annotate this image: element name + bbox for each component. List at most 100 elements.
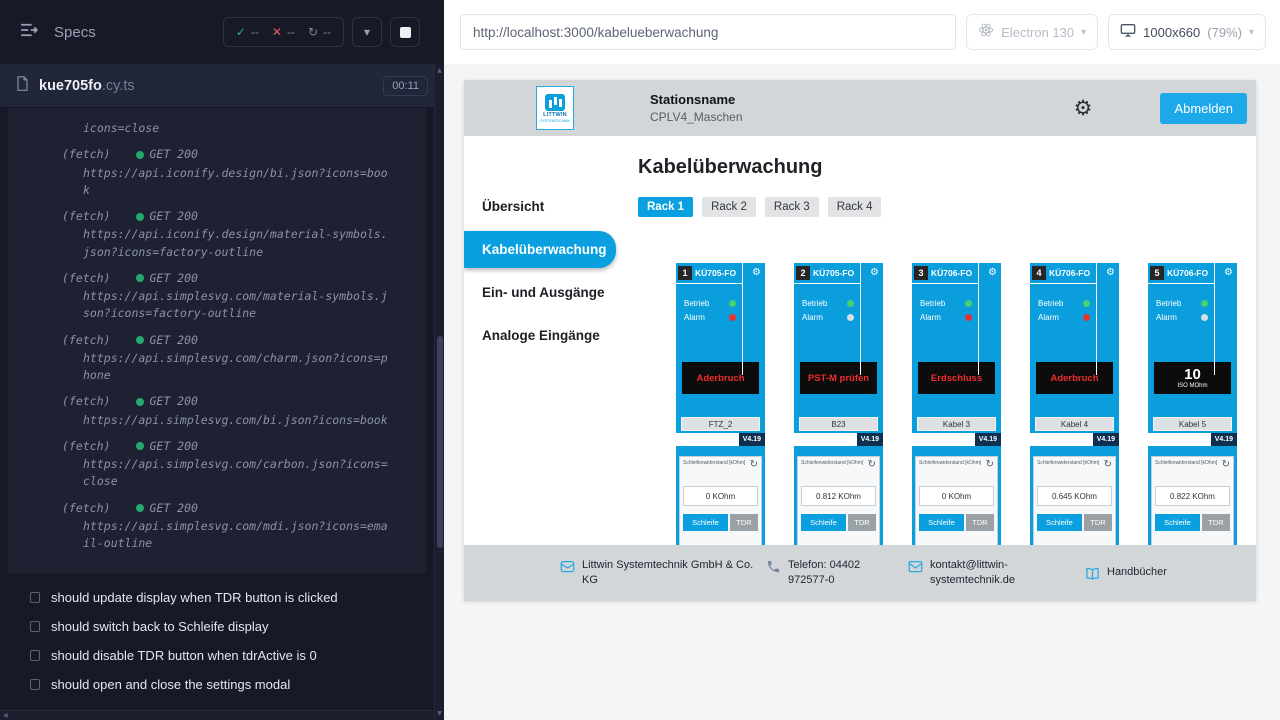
divider	[794, 283, 860, 284]
tab-rack-2[interactable]: Rack 2	[702, 197, 756, 217]
company-contact: Littwin Systemtechnik GmbH & Co. KG	[560, 558, 760, 588]
email-contact[interactable]: kontakt@littwin-systemtechnik.de	[908, 558, 1058, 588]
url-input[interactable]	[460, 14, 956, 50]
collapse-button[interactable]: ▾	[352, 17, 382, 47]
log-entry[interactable]: (fetch)GET 200 https://api.simplesvg.com…	[62, 438, 388, 491]
test-item[interactable]: should open and close the settings modal	[0, 670, 444, 699]
measurement-value: 0 KOhm	[683, 486, 758, 506]
viewport-size: 1000x660	[1143, 25, 1200, 40]
log-entry[interactable]: (fetch)GET 200 https://api.simplesvg.com…	[62, 332, 388, 385]
tab-rack-3[interactable]: Rack 3	[765, 197, 819, 217]
tab-rack-4[interactable]: Rack 4	[828, 197, 882, 217]
refresh-icon[interactable]: ↻	[868, 460, 876, 470]
divider	[860, 263, 861, 375]
sidebar-item-analoge-eingaenge[interactable]: Analoge Eingänge	[464, 317, 616, 354]
divider	[978, 263, 979, 375]
runner-header: Specs ✓-- ✕-- ↻-- ▾	[0, 0, 444, 64]
app-window: LITTWIN SYSTEMTECHNIK Stationsname CPLV4…	[464, 80, 1256, 601]
schleife-button[interactable]: Schleife	[683, 514, 728, 531]
spec-file-icon	[16, 76, 29, 96]
divider	[912, 283, 978, 284]
schleife-button[interactable]: Schleife	[919, 514, 964, 531]
station-info: Stationsname CPLV4_Maschen	[650, 92, 743, 124]
app-sidebar: Übersicht Kabelüberwachung Ein- und Ausg…	[464, 136, 616, 601]
device-settings-icon[interactable]: ⚙	[988, 268, 997, 278]
alarm-label: Alarm	[802, 313, 823, 322]
measurement-label: Schleifenwiderstand [kOhm]	[1037, 460, 1101, 466]
chevron-down-icon: ▾	[1249, 27, 1254, 38]
electron-icon	[978, 22, 994, 43]
success-dot-icon	[136, 336, 144, 344]
test-item[interactable]: should switch back to Schleife display	[0, 612, 444, 641]
contact-icon	[560, 559, 575, 574]
specs-label[interactable]: Specs	[54, 24, 96, 41]
tdr-button[interactable]: TDR	[848, 514, 876, 531]
scroll-left-icon[interactable]: ◀	[3, 712, 8, 719]
measurement-value: 0.812 KOhm	[801, 486, 876, 506]
tab-rack-1[interactable]: Rack 1	[638, 197, 693, 217]
refresh-icon[interactable]: ↻	[750, 460, 758, 470]
scroll-down-icon[interactable]: ▼	[435, 710, 444, 717]
log-entry[interactable]: (fetch)GET 200 https://api.simplesvg.com…	[62, 500, 388, 553]
sidebar-item-uebersicht[interactable]: Übersicht	[464, 188, 616, 225]
test-box-icon	[30, 592, 40, 603]
device-model: KÜ706-FO	[1049, 268, 1103, 278]
scrollbar-thumb[interactable]	[437, 336, 443, 548]
browser-select[interactable]: Electron 130 ▾	[966, 14, 1098, 50]
device-cards: 1KÜ705-FO⚙ Betrieb Alarm Aderbruch FTZ_2…	[676, 263, 1256, 573]
log-entry[interactable]: (fetch)GET 200 https://api.iconify.desig…	[62, 208, 388, 261]
page-title: Kabelüberwachung	[638, 156, 1256, 179]
app-header: LITTWIN SYSTEMTECHNIK Stationsname CPLV4…	[464, 80, 1256, 136]
sidebar-item-ein-und-ausgaenge[interactable]: Ein- und Ausgänge	[464, 274, 616, 311]
betrieb-label: Betrieb	[1156, 299, 1181, 308]
passed-icon: ✓	[236, 25, 246, 39]
specs-menu-icon[interactable]	[20, 23, 38, 42]
refresh-icon[interactable]: ↻	[986, 460, 994, 470]
schleife-button[interactable]: Schleife	[1155, 514, 1200, 531]
log-entry[interactable]: (fetch)GET 200 https://api.simplesvg.com…	[62, 393, 388, 429]
logout-button[interactable]: Abmelden	[1160, 93, 1247, 124]
scroll-up-icon[interactable]: ▲	[435, 67, 444, 74]
divider	[1096, 263, 1097, 375]
tdr-button[interactable]: TDR	[1202, 514, 1230, 531]
station-label: Stationsname	[650, 92, 743, 107]
divider	[676, 283, 742, 284]
cypress-runner-panel: Specs ✓-- ✕-- ↻-- ▾ kue705fo.cy.ts 00:11…	[0, 0, 444, 720]
device-settings-icon[interactable]: ⚙	[752, 268, 761, 278]
betrieb-led	[847, 300, 854, 307]
device-settings-icon[interactable]: ⚙	[1106, 268, 1115, 278]
stat-passed: ✓--	[236, 25, 259, 39]
test-item[interactable]: should update display when TDR button is…	[0, 583, 444, 612]
tdr-button[interactable]: TDR	[1084, 514, 1112, 531]
success-dot-icon	[136, 442, 144, 450]
betrieb-label: Betrieb	[1038, 299, 1063, 308]
schleife-button[interactable]: Schleife	[801, 514, 846, 531]
test-list: should update display when TDR button is…	[0, 579, 444, 703]
sidebar-item-kabelueberwachung[interactable]: Kabelüberwachung	[464, 231, 616, 268]
schleife-button[interactable]: Schleife	[1037, 514, 1082, 531]
log-entry[interactable]: (fetch)GET 200 https://api.iconify.desig…	[62, 146, 388, 199]
log-entry[interactable]: (fetch)GET 200 https://api.simplesvg.com…	[62, 270, 388, 323]
status-display: PST-M prüfen	[800, 362, 877, 394]
device-settings-icon[interactable]: ⚙	[1224, 268, 1233, 278]
horizontal-scrollbar[interactable]: ◀	[0, 710, 434, 720]
manuals-link[interactable]: Handbücher	[1085, 565, 1167, 581]
device-model: KÜ706-FO	[931, 268, 985, 278]
vertical-scrollbar[interactable]: ▲ ▼	[434, 64, 444, 720]
log-entry[interactable]: icons=close	[62, 120, 388, 137]
viewport-select[interactable]: 1000x660 (79%) ▾	[1108, 14, 1266, 50]
spec-header[interactable]: kue705fo.cy.ts 00:11	[0, 64, 444, 108]
stop-button[interactable]	[390, 17, 420, 47]
success-dot-icon	[136, 213, 144, 221]
settings-gear-icon[interactable]: ⚙	[1074, 98, 1093, 119]
success-dot-icon	[136, 151, 144, 159]
measurement-panel: Schleifenwiderstand [kOhm] ↻ 0 KOhm Schl…	[915, 456, 998, 554]
test-item[interactable]: should disable TDR button when tdrActive…	[0, 641, 444, 670]
refresh-icon[interactable]: ↻	[1104, 460, 1112, 470]
tdr-button[interactable]: TDR	[730, 514, 758, 531]
device-number: 2	[796, 266, 810, 280]
device-settings-icon[interactable]: ⚙	[870, 268, 879, 278]
viewport-scale: (79%)	[1207, 25, 1242, 40]
refresh-icon[interactable]: ↻	[1222, 460, 1230, 470]
tdr-button[interactable]: TDR	[966, 514, 994, 531]
